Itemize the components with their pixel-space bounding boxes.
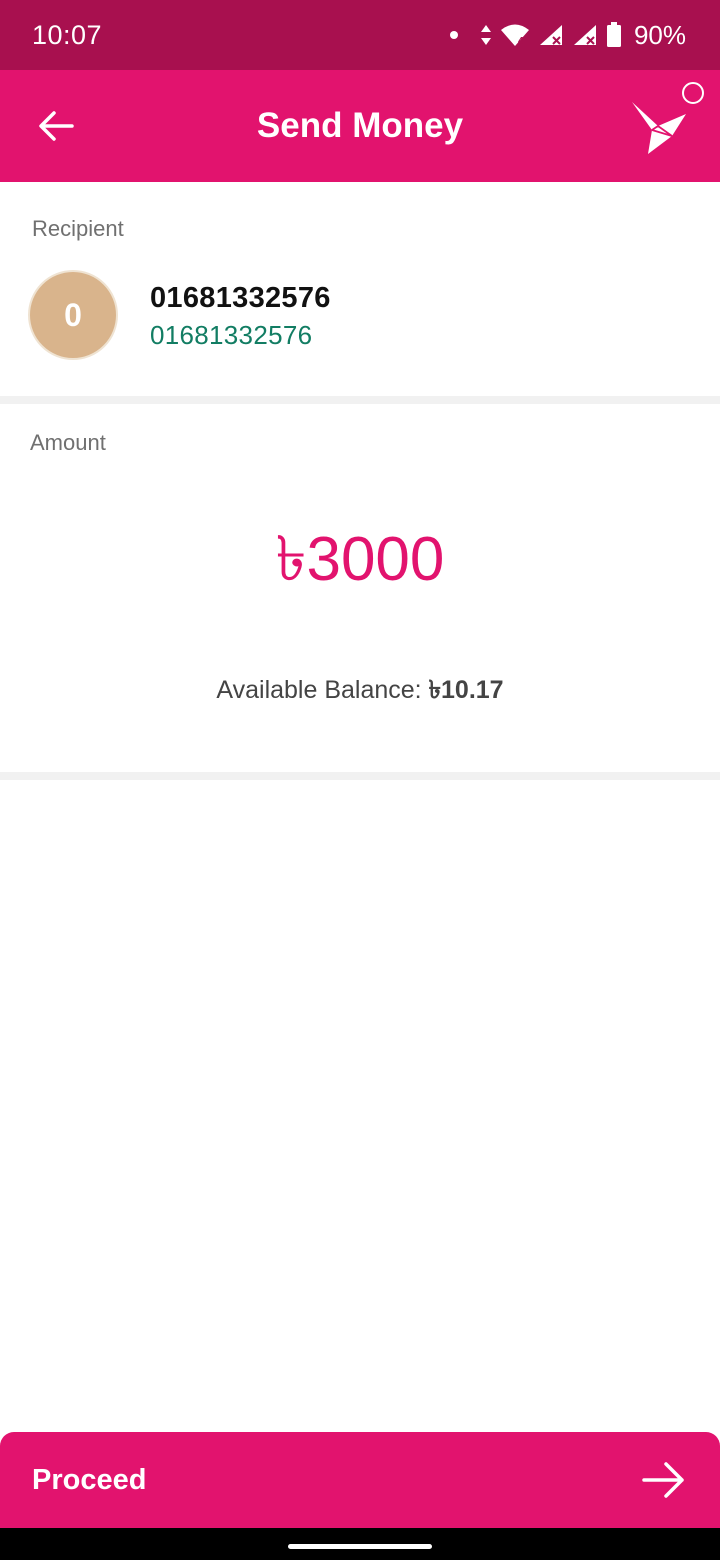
home-indicator[interactable] bbox=[288, 1544, 432, 1549]
section-divider bbox=[0, 772, 720, 780]
recipient-number: 01681332576 bbox=[150, 320, 313, 350]
status-bar: 10:07 4 90% bbox=[0, 0, 720, 70]
app-bar: Send Money bbox=[0, 70, 720, 182]
bird-logo-icon bbox=[628, 96, 692, 160]
balance-value: ৳10.17 bbox=[428, 676, 504, 704]
send-money-screen: 10:07 4 90% Send Money Recipient 0 01681… bbox=[0, 0, 720, 1560]
proceed-label: Proceed bbox=[32, 1463, 147, 1496]
available-balance: Available Balance: ৳10.17 bbox=[0, 670, 720, 713]
arrow-left-icon bbox=[39, 111, 74, 141]
avatar-initial: 0 bbox=[64, 296, 82, 333]
recipient-name: 01681332576 bbox=[150, 282, 331, 314]
status-time: 10:07 bbox=[32, 19, 103, 50]
recipient-section: Recipient 0 01681332576 01681332576 bbox=[0, 182, 720, 396]
avatar: 0 bbox=[28, 270, 118, 360]
signal-x-icon bbox=[572, 23, 598, 47]
status-icons: 4 90% bbox=[449, 19, 686, 51]
battery-percent: 90% bbox=[633, 19, 686, 50]
arrow-right-icon bbox=[642, 1462, 684, 1498]
wifi-icon: 4 bbox=[500, 23, 530, 47]
logo-ring-icon bbox=[682, 82, 704, 104]
page-title: Send Money bbox=[256, 106, 464, 145]
amount-value[interactable]: ৳3000 bbox=[0, 512, 720, 615]
amount-section: Amount ৳3000 Available Balance: ৳10.17 bbox=[0, 404, 720, 772]
section-divider bbox=[0, 396, 720, 404]
recipient-label: Recipient bbox=[32, 216, 124, 241]
svg-text:4: 4 bbox=[518, 36, 524, 47]
balance-label: Available Balance: bbox=[216, 676, 429, 704]
signal-icon bbox=[538, 23, 564, 47]
battery-icon bbox=[606, 22, 622, 48]
amount-label: Amount bbox=[30, 430, 106, 455]
notification-dot-icon bbox=[449, 31, 458, 39]
data-arrows-icon bbox=[480, 24, 492, 46]
back-button[interactable] bbox=[36, 106, 76, 146]
system-nav-bar bbox=[0, 1528, 720, 1560]
proceed-button[interactable]: Proceed bbox=[0, 1432, 720, 1528]
